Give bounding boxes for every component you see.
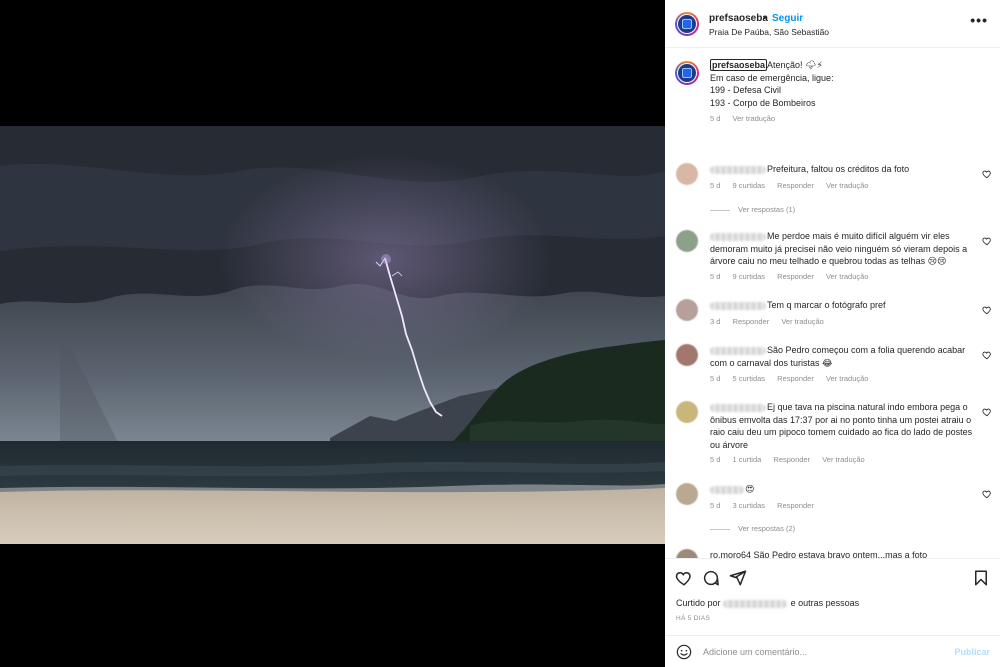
post-photo[interactable] — [0, 126, 665, 544]
caption-time: 5 d — [710, 114, 721, 123]
comment-text: Ej que tava na piscina natural indo embo… — [710, 401, 978, 451]
post-time[interactable]: HÁ 5 DIAS — [676, 615, 710, 622]
liked-suffix[interactable]: e outras pessoas — [791, 598, 860, 608]
comment-meta: 5 d 9 curtidas Responder Ver tradução — [710, 272, 878, 281]
comment-text: ro.moro64 São Pedro estava bravo ontem..… — [710, 550, 928, 558]
reply-button[interactable]: Responder — [777, 181, 814, 190]
caption-line: Em caso de emergência, ligue: — [710, 72, 834, 83]
comment-text: 😍 — [710, 483, 978, 496]
heart-icon[interactable] — [982, 407, 992, 417]
comment-meta: 5 d 9 curtidas Responder Ver tradução — [710, 181, 878, 190]
blurred-username[interactable] — [710, 165, 766, 174]
comment-meta: 5 d 1 curtida Responder Ver tradução — [710, 455, 875, 464]
liked-prefix: Curtido por — [676, 598, 721, 608]
comment-text: São Pedro começou com a folia querendo a… — [710, 344, 978, 369]
comment-time: 5 d — [710, 455, 721, 464]
bookmark-icon[interactable] — [972, 569, 990, 587]
comment-time: 3 d — [710, 317, 721, 326]
caption-line: 193 - Corpo de Bombeiros — [710, 97, 816, 108]
reply-button[interactable]: Responder — [777, 501, 814, 510]
storm-beach-image — [0, 126, 665, 544]
caption-meta: 5 d Ver tradução — [710, 113, 980, 126]
comment-avatar[interactable] — [676, 401, 698, 423]
post-actions: Curtido por e outras pessoas HÁ 5 DIAS — [665, 558, 1000, 635]
reply-button[interactable]: Responder — [777, 272, 814, 281]
publish-button[interactable]: Publicar — [954, 647, 990, 657]
heart-icon[interactable] — [982, 489, 992, 499]
translate-link[interactable]: Ver tradução — [822, 455, 865, 464]
header-username[interactable]: prefsaoseba — [709, 13, 768, 24]
smiley-icon[interactable] — [676, 644, 692, 660]
comment-avatar[interactable] — [676, 299, 698, 321]
post-sidebar: prefsaoseba • Seguir Praia De Paúba, São… — [665, 0, 1000, 667]
heart-icon[interactable] — [982, 236, 992, 246]
heart-icon[interactable] — [982, 305, 992, 315]
avatar[interactable] — [675, 12, 699, 36]
add-comment-bar: Publicar — [665, 635, 1000, 667]
media-panel — [0, 0, 665, 667]
caption-line: Atenção! 🌩⚡ — [767, 60, 823, 70]
comment-time: 5 d — [710, 181, 721, 190]
comment-avatar[interactable] — [676, 163, 698, 185]
translate-link[interactable]: Ver tradução — [826, 272, 869, 281]
post-header: prefsaoseba • Seguir Praia De Paúba, São… — [665, 0, 1000, 48]
translate-link[interactable]: Ver tradução — [781, 317, 824, 326]
blurred-username[interactable] — [710, 232, 766, 241]
view-replies-button[interactable]: Ver respostas (1) — [710, 205, 795, 214]
caption-avatar[interactable] — [675, 61, 699, 85]
comment-time: 5 d — [710, 501, 721, 510]
translate-link[interactable]: Ver tradução — [733, 114, 776, 123]
comment-icon[interactable] — [702, 569, 720, 587]
translate-link[interactable]: Ver tradução — [826, 181, 869, 190]
comment-content: 😍 — [745, 484, 755, 494]
comment-time: 5 d — [710, 374, 721, 383]
share-icon[interactable] — [729, 569, 747, 587]
reply-button[interactable]: Responder — [733, 317, 770, 326]
reply-button[interactable]: Responder — [773, 455, 810, 464]
heart-icon[interactable] — [675, 569, 693, 587]
comment-likes[interactable]: 5 curtidas — [733, 374, 766, 383]
comment-meta: 5 d 3 curtidas Responder — [710, 501, 824, 510]
comments-list[interactable]: prefsaoseba Atenção! 🌩⚡ Em caso de emergê… — [665, 49, 1000, 558]
comment-time: 5 d — [710, 272, 721, 281]
reply-button[interactable]: Responder — [777, 374, 814, 383]
follow-button[interactable]: Seguir — [772, 13, 803, 24]
caption-line: 199 - Defesa Civil — [710, 85, 782, 95]
comment-meta: 5 d 5 curtidas Responder Ver tradução — [710, 374, 878, 383]
comment-likes[interactable]: 9 curtidas — [733, 272, 766, 281]
caption-text: prefsaoseba Atenção! 🌩⚡ Em caso de emergê… — [710, 59, 980, 126]
comment-input[interactable] — [703, 644, 943, 660]
comment-text: Prefeitura, faltou os créditos da foto — [710, 163, 978, 176]
comment-likes[interactable]: 9 curtidas — [733, 181, 766, 190]
comment-text: Tem q marcar o fotógrafo pref — [710, 299, 978, 312]
comment-avatar[interactable] — [676, 230, 698, 252]
view-replies-button[interactable]: Ver respostas (2) — [710, 524, 795, 533]
heart-icon[interactable] — [982, 169, 992, 179]
comment-meta: 3 d Responder Ver tradução — [710, 317, 834, 326]
post-viewer: prefsaoseba • Seguir Praia De Paúba, São… — [0, 0, 1000, 667]
caption-username[interactable]: prefsaoseba — [710, 59, 768, 71]
heart-icon[interactable] — [982, 350, 992, 360]
comment-likes[interactable]: 3 curtidas — [733, 501, 766, 510]
comment-content: Prefeitura, faltou os créditos da foto — [767, 164, 910, 174]
location-link[interactable]: Praia De Paúba, São Sebastião — [709, 27, 829, 37]
translate-link[interactable]: Ver tradução — [826, 374, 869, 383]
comment-text: Me perdoe mais é muito difícil alguém vi… — [710, 230, 978, 268]
comment-likes[interactable]: 1 curtida — [733, 455, 762, 464]
blurred-username[interactable] — [710, 301, 766, 310]
more-horizontal-icon[interactable]: ••• — [970, 12, 988, 28]
blurred-username[interactable] — [723, 599, 788, 608]
comment-content: Tem q marcar o fotógrafo pref — [767, 300, 886, 310]
blurred-username[interactable] — [710, 403, 766, 412]
comment-avatar[interactable] — [676, 344, 698, 366]
comment-avatar[interactable] — [676, 549, 698, 558]
liked-by-text[interactable]: Curtido por e outras pessoas — [676, 598, 859, 608]
separator-dot: • — [763, 13, 767, 24]
blurred-username[interactable] — [710, 346, 766, 355]
comment-avatar[interactable] — [676, 483, 698, 505]
blurred-username[interactable] — [710, 485, 744, 494]
